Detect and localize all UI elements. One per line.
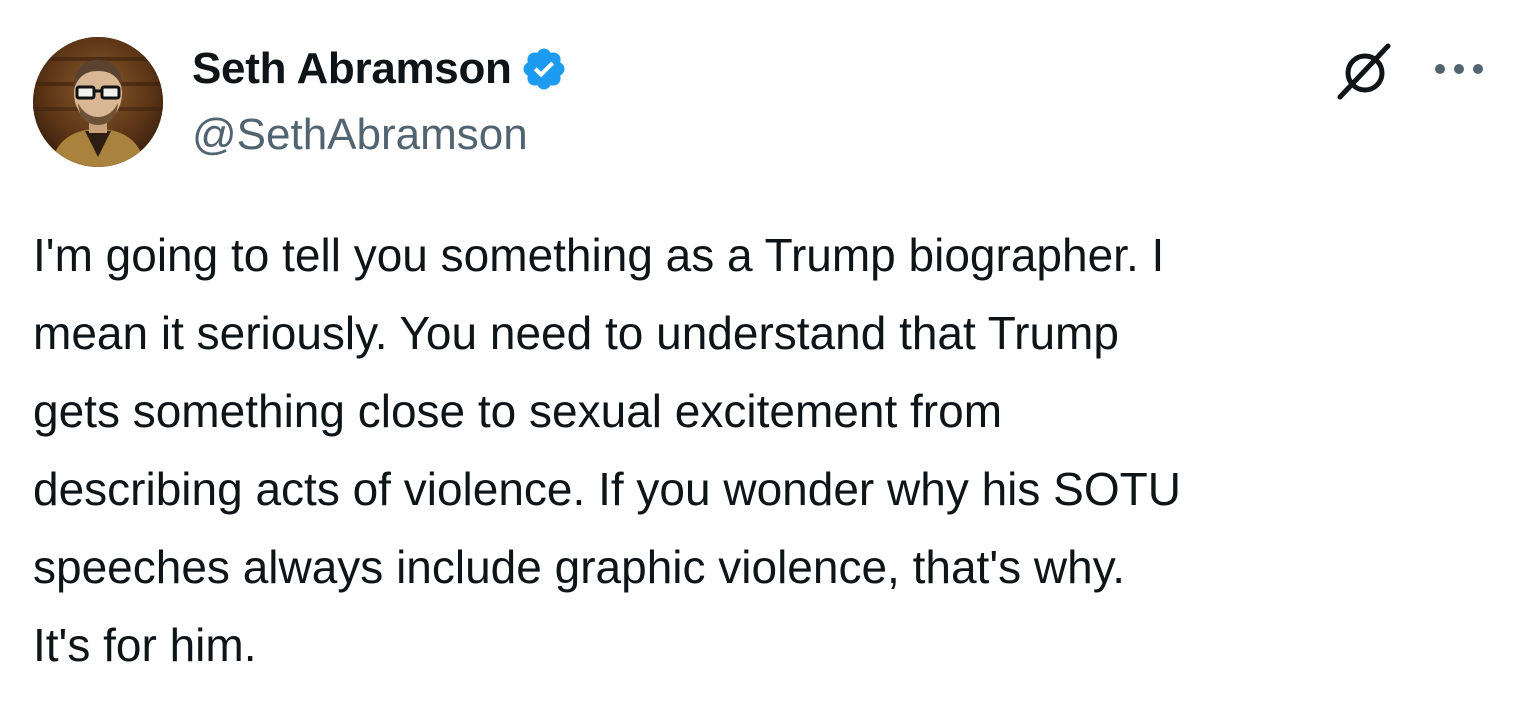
grok-icon[interactable]: [1334, 40, 1396, 102]
tweet-card: Seth Abramson @SethAbramson I'm going to…: [0, 0, 1524, 712]
tweet-text: I'm going to tell you something as a Tru…: [33, 229, 1181, 671]
author-display-name[interactable]: Seth Abramson: [192, 40, 512, 98]
author-name-row: Seth Abramson: [192, 40, 568, 98]
avatar-photo: [33, 37, 163, 167]
more-options-icon[interactable]: [1428, 54, 1490, 84]
verified-badge-icon[interactable]: [520, 45, 568, 93]
avatar[interactable]: [33, 37, 163, 167]
author-handle[interactable]: @SethAbramson: [192, 106, 528, 164]
